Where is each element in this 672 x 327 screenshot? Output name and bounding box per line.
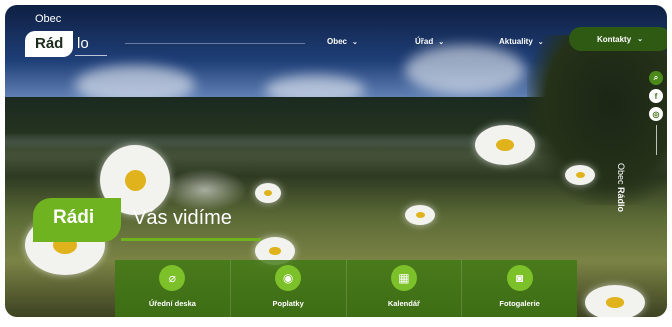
logo-underline <box>75 55 107 56</box>
hero-highlight: Rádi <box>53 207 95 228</box>
hero-frame: Obec Rád lo Obec ⌄ Úřad ⌄ Aktuality ⌄ Ko… <box>5 5 667 317</box>
nav-label: Obec <box>327 37 348 46</box>
vertical-name: Rádlo <box>615 187 626 213</box>
nav-item-obec[interactable]: Obec ⌄ <box>327 37 358 46</box>
nav-divider <box>125 43 305 44</box>
chevron-down-icon: ⌄ <box>537 38 544 46</box>
paperclip-icon: ⌀ <box>159 265 186 291</box>
vertical-prefix: Obec <box>615 163 626 185</box>
facebook-icon[interactable]: f <box>649 89 663 103</box>
search-icon[interactable]: ⌕ <box>649 71 663 85</box>
daisy <box>565 165 595 185</box>
logo-prefix: Obec <box>35 13 62 25</box>
vertical-site-name: Obec Rádlo <box>616 163 626 212</box>
contacts-button[interactable]: Kontakty ⌄ <box>569 27 667 51</box>
site-logo[interactable]: Obec Rád lo <box>25 13 107 59</box>
camera-icon: ◙ <box>506 265 533 291</box>
daisy <box>585 285 645 317</box>
daisy <box>475 125 535 165</box>
nav-label: Úřad <box>415 37 434 46</box>
daisy <box>405 205 435 225</box>
nav-item-urad[interactable]: Úřad ⌄ <box>415 37 444 46</box>
tile-fotogalerie[interactable]: ◙ Fotogalerie <box>462 260 577 317</box>
hero-underline <box>121 238 261 241</box>
instagram-icon[interactable]: ◎ <box>649 107 663 121</box>
contacts-label: Kontakty <box>596 34 632 44</box>
tile-poplatky[interactable]: ◉ Poplatky <box>230 260 347 317</box>
tile-label: Kalendář <box>387 299 420 308</box>
tile-kalendar[interactable]: ▦ Kalendář <box>346 260 463 317</box>
coins-icon: ◉ <box>275 265 302 291</box>
tile-label: Fotogalerie <box>499 299 540 308</box>
nav-label: Aktuality <box>499 37 533 46</box>
hero-title: Vás vidíme <box>133 207 232 229</box>
tile-label: Úřední deska <box>148 299 196 308</box>
tile-uredni-deska[interactable]: ⌀ Úřední deska <box>115 260 231 317</box>
logo-part1: Rád <box>35 35 64 52</box>
cloud <box>405 45 525 95</box>
daisy <box>255 183 281 203</box>
chevron-down-icon: ⌄ <box>438 38 445 46</box>
nav-item-aktuality[interactable]: Aktuality ⌄ <box>499 37 544 46</box>
calendar-icon: ▦ <box>390 265 417 291</box>
chevron-down-icon: ⌄ <box>352 38 358 46</box>
vertical-divider <box>656 125 657 155</box>
quick-links: ⌀ Úřední deska ◉ Poplatky ▦ Kalendář ◙ F… <box>115 260 577 317</box>
logo-part2: lo <box>77 35 89 52</box>
chevron-down-icon: ⌄ <box>637 36 644 43</box>
tile-label: Poplatky <box>272 299 304 308</box>
tree <box>527 35 667 205</box>
